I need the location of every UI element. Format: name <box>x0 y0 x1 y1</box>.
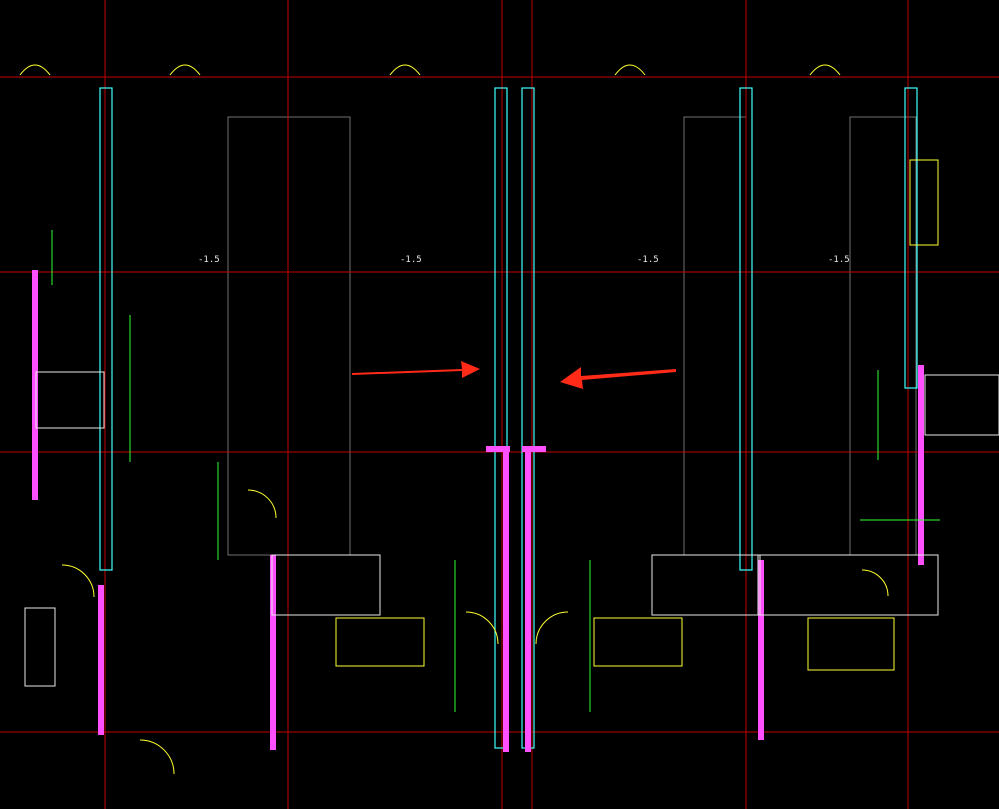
elevation-label: -1.5 <box>198 255 220 265</box>
cad-drawing-canvas: -1.5 -1.5 -1.5 -1.5 <box>0 0 999 809</box>
background <box>0 0 999 809</box>
elevation-label: -1.5 <box>400 255 422 265</box>
elevation-label: -1.5 <box>828 255 850 265</box>
elevation-label: -1.5 <box>637 255 659 265</box>
